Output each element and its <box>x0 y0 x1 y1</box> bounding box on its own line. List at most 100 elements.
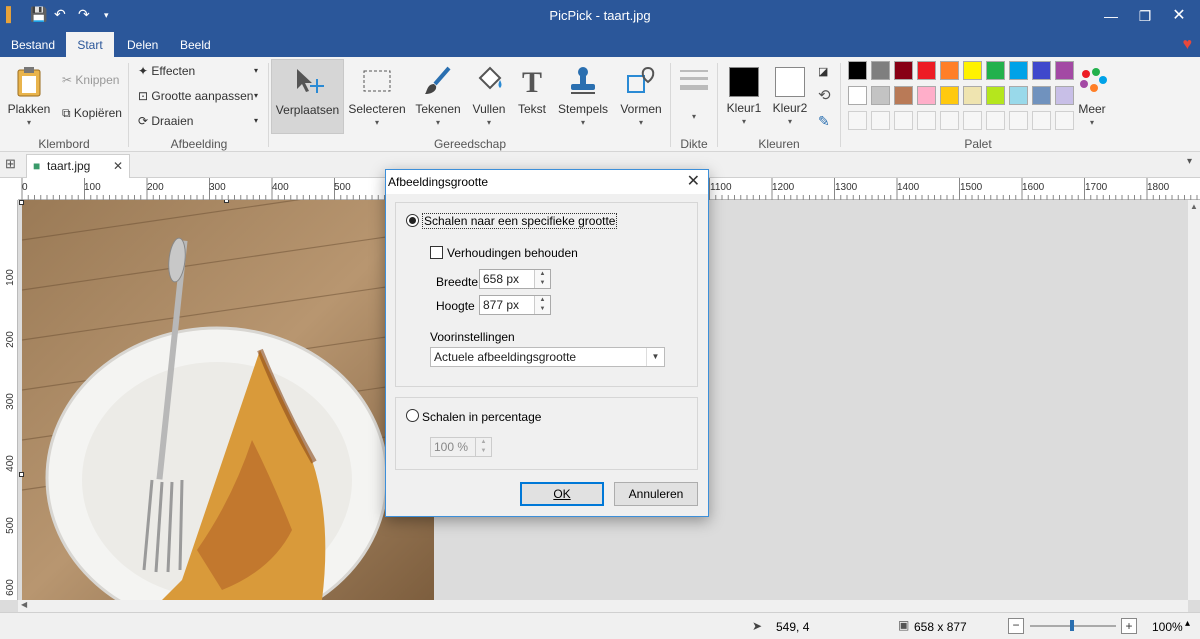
color1-button[interactable]: Kleur1 ▾ <box>724 59 764 134</box>
swap-colors-icon[interactable]: ⟲ <box>818 85 831 107</box>
swap-colors-small-icon[interactable]: ◪ <box>818 61 828 83</box>
tab-beeld[interactable]: Beeld <box>170 32 221 57</box>
palette-swatch[interactable] <box>963 61 982 80</box>
palette-swatch[interactable] <box>894 61 913 80</box>
palette-empty-swatch[interactable] <box>848 111 867 130</box>
spinner-arrows-icon[interactable]: ▲ ▼ <box>534 270 550 288</box>
tool-fill-button[interactable]: Vullen ▾ <box>468 59 510 134</box>
presets-select[interactable]: Actuele afbeeldingsgrootte ▼ <box>430 347 665 367</box>
height-input[interactable]: 877 px ▲ ▼ <box>479 295 551 315</box>
vertical-ruler: 100 200 300 400 500 600 <box>0 200 18 600</box>
more-colors-button[interactable]: Meer ▾ <box>1072 59 1112 134</box>
chevron-down-icon[interactable]: ▼ <box>646 348 664 366</box>
palette-swatch[interactable] <box>986 61 1005 80</box>
palette-swatch[interactable] <box>917 61 936 80</box>
resize-label: Grootte aanpassen <box>151 89 254 103</box>
scale-specific-radio[interactable] <box>406 214 419 227</box>
ruler-label: 0 <box>22 182 28 193</box>
palette-swatch[interactable] <box>940 61 959 80</box>
grid-view-icon[interactable]: ⊞ <box>5 156 16 172</box>
ok-button[interactable]: OK <box>520 482 604 506</box>
ruler-label: 400 <box>272 182 289 193</box>
palette-swatch[interactable] <box>963 86 982 105</box>
scroll-up-icon[interactable]: ▲ <box>1190 202 1198 211</box>
restore-icon[interactable]: ❐ <box>1130 4 1160 28</box>
resize-handle[interactable] <box>19 472 24 477</box>
palette-swatch[interactable] <box>871 61 890 80</box>
palette-empty-swatch[interactable] <box>917 111 936 130</box>
palette-empty-swatch[interactable] <box>986 111 1005 130</box>
cancel-button[interactable]: Annuleren <box>614 482 698 506</box>
resize-handle[interactable] <box>224 200 229 203</box>
palette-swatch[interactable] <box>1032 86 1051 105</box>
ruler-label: 300 <box>209 182 226 193</box>
horizontal-scrollbar[interactable]: ◀ <box>18 600 1188 612</box>
paste-button[interactable]: Plakken ▾ <box>4 59 54 134</box>
palette-swatch[interactable] <box>940 86 959 105</box>
chevron-down-icon[interactable]: ▾ <box>254 85 258 107</box>
palette-empty-swatch[interactable] <box>1009 111 1028 130</box>
chevron-up-icon[interactable]: ▴ <box>1185 618 1190 629</box>
eyedropper-icon[interactable]: ✎ <box>818 110 830 132</box>
document-tab-taart[interactable]: ■ taart.jpg ✕ <box>26 154 130 178</box>
tart-photo-image[interactable] <box>22 200 434 600</box>
zoom-in-button[interactable]: + <box>1121 618 1137 634</box>
clipboard-icon <box>17 67 41 97</box>
thickness-button[interactable]: ▾ <box>674 59 714 134</box>
palette-swatch[interactable] <box>848 61 867 80</box>
tool-text-button[interactable]: T Tekst <box>514 59 550 134</box>
tool-move-button[interactable]: Verplaatsen <box>271 59 344 134</box>
scale-percent-radio[interactable] <box>406 409 419 422</box>
tool-draw-button[interactable]: Tekenen ▾ <box>413 59 463 134</box>
spinner-arrows-icon[interactable]: ▲ ▼ <box>475 438 491 456</box>
palette-swatch[interactable] <box>917 86 936 105</box>
scale-specific-label[interactable]: Schalen naar een specifieke grootte <box>422 213 618 229</box>
palette-swatch[interactable] <box>1009 86 1028 105</box>
copy-button[interactable]: ⧉ Kopiëren <box>62 102 122 124</box>
palette-swatch[interactable] <box>871 86 890 105</box>
close-tab-icon[interactable]: ✕ <box>113 155 123 177</box>
tab-bestand[interactable]: Bestand <box>1 32 65 57</box>
tool-select-button[interactable]: Selecteren ▾ <box>347 59 407 134</box>
close-window-icon[interactable]: ✕ <box>1164 4 1194 28</box>
heart-icon[interactable]: ♥ <box>1183 36 1193 54</box>
palette-swatch[interactable] <box>1032 61 1051 80</box>
palette-empty-swatch[interactable] <box>871 111 890 130</box>
tool-move-label: Verplaatsen <box>275 103 340 117</box>
brush-icon <box>425 66 451 94</box>
chevron-down-icon[interactable]: ▾ <box>254 60 258 82</box>
ruler-corner <box>0 178 18 200</box>
tool-stamp-button[interactable]: Stempels ▾ <box>556 59 610 134</box>
percent-input[interactable]: 100 % ▲ ▼ <box>430 437 492 457</box>
zoom-out-button[interactable]: − <box>1008 618 1024 634</box>
width-input[interactable]: 658 px ▲ ▼ <box>479 269 551 289</box>
cut-button[interactable]: ✂ Knippen <box>62 69 119 91</box>
scroll-left-icon[interactable]: ◀ <box>21 600 27 609</box>
keep-ratio-checkbox[interactable] <box>430 246 443 259</box>
vertical-scrollbar[interactable]: ▲ <box>1188 200 1200 600</box>
tab-delen[interactable]: Delen <box>117 32 168 57</box>
palette-swatch[interactable] <box>894 86 913 105</box>
minimize-icon[interactable]: — <box>1096 4 1126 28</box>
palette-empty-swatch[interactable] <box>940 111 959 130</box>
chevron-down-icon[interactable]: ▾ <box>1187 156 1192 167</box>
palette-swatch[interactable] <box>848 86 867 105</box>
color2-button[interactable]: Kleur2 ▾ <box>770 59 810 134</box>
resize-button[interactable]: ⊡ Grootte aanpassen <box>138 85 253 107</box>
spinner-arrows-icon[interactable]: ▲ ▼ <box>534 296 550 314</box>
palette-empty-swatch[interactable] <box>1032 111 1051 130</box>
zoom-slider-thumb[interactable] <box>1070 620 1074 631</box>
tab-start[interactable]: Start <box>66 32 114 57</box>
tool-shapes-button[interactable]: Vormen ▾ <box>616 59 666 134</box>
percent-value: 100 % <box>434 440 469 454</box>
resize-handle[interactable] <box>19 200 24 205</box>
chevron-down-icon[interactable]: ▾ <box>254 110 258 132</box>
palette-empty-swatch[interactable] <box>963 111 982 130</box>
palette-swatch[interactable] <box>986 86 1005 105</box>
close-dialog-icon[interactable]: ✕ <box>687 171 700 191</box>
palette-empty-swatch[interactable] <box>894 111 913 130</box>
palette-swatch[interactable] <box>1009 61 1028 80</box>
chevron-down-icon: ▾ <box>374 118 379 127</box>
rotate-button[interactable]: ⟳ Draaien <box>138 110 193 132</box>
effects-button[interactable]: ✦ Effecten <box>138 60 195 82</box>
